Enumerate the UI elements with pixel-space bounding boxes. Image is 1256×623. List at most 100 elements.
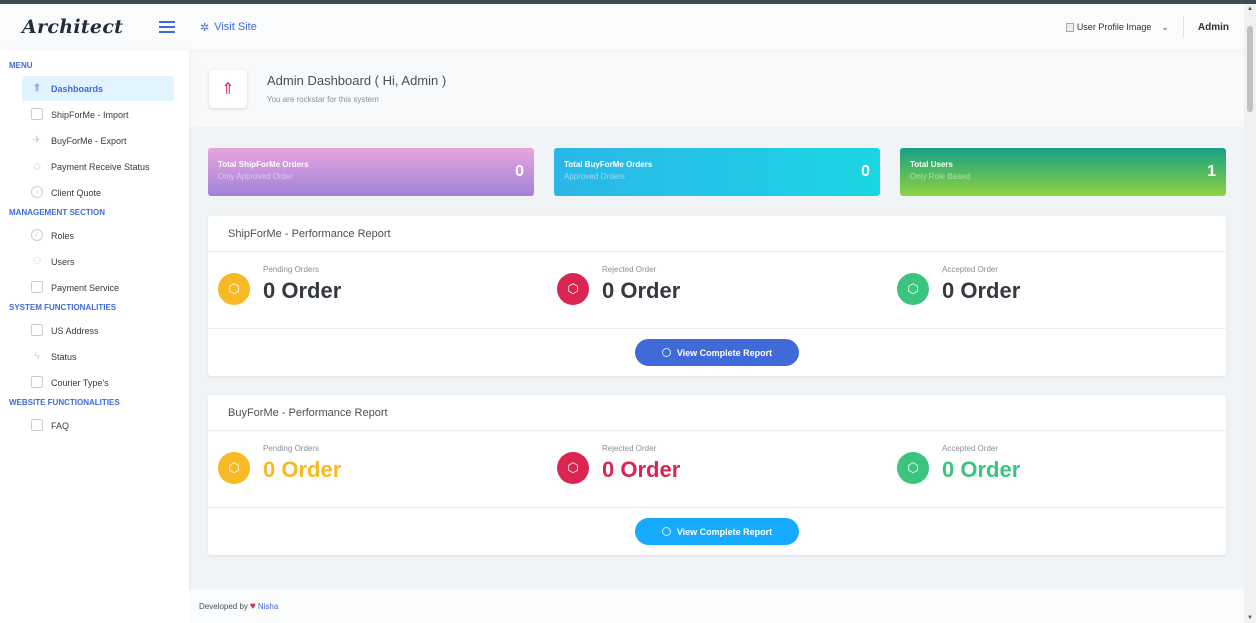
stat-label: Rejected Order bbox=[602, 444, 657, 453]
page-footer: Developed by ♥ Nisha bbox=[189, 589, 1244, 623]
sidebar-item-label: Status bbox=[51, 351, 77, 362]
section-heading-management: MANAGEMENT SECTION bbox=[9, 208, 105, 217]
heart-icon: ♥ bbox=[249, 600, 256, 612]
button-label: View Complete Report bbox=[676, 526, 773, 537]
sidebar-item-shipforme-import[interactable]: ShipForMe - Import bbox=[22, 102, 174, 127]
address-icon bbox=[31, 324, 43, 336]
stat-label: Rejected Order bbox=[602, 265, 657, 274]
widget-title: Total Users bbox=[910, 160, 953, 169]
card-footer: View Complete Report bbox=[208, 507, 1226, 555]
sidebar: MENU ⇑ Dashboards ShipForMe - Import ✈ B… bbox=[0, 50, 189, 623]
visit-site-label: Visit Site bbox=[214, 21, 257, 33]
arrow-circle-icon: › bbox=[31, 186, 43, 198]
widget-total-buyforme-orders: Total BuyForMe Orders Approved Orders 0 bbox=[554, 148, 880, 196]
sidebar-item-label: Payment Service bbox=[51, 282, 120, 293]
stat-rejected: ⬡ Rejected Order 0 Order bbox=[557, 265, 680, 305]
page-heading: Admin Dashboard ( Hi, Admin ) You are ro… bbox=[267, 73, 446, 104]
diamond-icon: ◇ bbox=[33, 160, 41, 172]
widget-value: 0 bbox=[861, 163, 870, 180]
profile-image-alt: User Profile Image bbox=[1076, 22, 1152, 32]
sidebar-item-label: US Address bbox=[51, 325, 99, 336]
stat-value: 0 Order bbox=[942, 278, 1021, 303]
sidebar-item-buyforme-export[interactable]: ✈ BuyForMe - Export bbox=[22, 128, 174, 153]
widget-value: 1 bbox=[1207, 163, 1216, 180]
sidebar-item-payment-service[interactable]: Payment Service bbox=[22, 275, 174, 300]
card-footer: View Complete Report bbox=[208, 328, 1226, 376]
user-name[interactable]: Admin bbox=[1198, 22, 1229, 33]
stat-value: 0 Order bbox=[942, 457, 1021, 482]
widget-total-shipforme-orders: Total ShipForMe Orders Only Approved Ord… bbox=[208, 148, 534, 196]
page-title-bar: ⇑ Admin Dashboard ( Hi, Admin ) You are … bbox=[189, 50, 1244, 127]
scroll-down-icon[interactable]: ▼ bbox=[1247, 615, 1253, 621]
stat-pending: ⬡ Pending Orders 0 Order bbox=[218, 265, 341, 305]
stat-pending: ⬡ Pending Orders 0 Order bbox=[218, 444, 341, 484]
app-header: Architect ✲ Visit Site User Profile Imag… bbox=[0, 4, 1244, 50]
sidebar-item-users[interactable]: ⚇ Users bbox=[22, 249, 174, 274]
box-icon: ⬡ bbox=[557, 452, 589, 484]
circle-icon bbox=[661, 527, 671, 536]
sidebar-item-label: ShipForMe - Import bbox=[51, 109, 129, 120]
widget-total-users: Total Users Only Role Based 1 bbox=[900, 148, 1226, 196]
sidebar-item-faq[interactable]: FAQ bbox=[22, 413, 174, 438]
chevron-down-icon: ⌄ bbox=[1161, 21, 1169, 32]
main-content: ⇑ Admin Dashboard ( Hi, Admin ) You are … bbox=[189, 50, 1244, 623]
widget-subtitle: Approved Orders bbox=[564, 172, 625, 181]
shipforme-report-card: ShipForMe - Performance Report ⬡ Pending… bbox=[208, 216, 1226, 376]
visit-site-link[interactable]: ✲ Visit Site bbox=[200, 21, 257, 34]
page-title: Admin Dashboard ( Hi, Admin ) bbox=[267, 73, 447, 88]
view-complete-report-button[interactable]: View Complete Report bbox=[635, 518, 799, 545]
header-divider bbox=[1182, 16, 1184, 38]
sidebar-item-status[interactable]: ϟ Status bbox=[22, 344, 174, 369]
stat-label: Pending Orders bbox=[263, 265, 320, 274]
sidebar-item-us-address[interactable]: US Address bbox=[22, 318, 174, 343]
section-heading-menu: MENU bbox=[9, 61, 33, 70]
logo-area: Architect bbox=[0, 4, 189, 50]
stat-value: 0 Order bbox=[602, 457, 681, 482]
box-icon: ⬡ bbox=[897, 452, 929, 484]
sidebar-item-label: Courier Type's bbox=[51, 377, 109, 388]
hamburger-menu-icon[interactable] bbox=[159, 21, 175, 33]
sidebar-item-label: Client Quote bbox=[51, 187, 102, 198]
scrollbar-thumb[interactable] bbox=[1247, 26, 1253, 112]
sidebar-item-courier-types[interactable]: Courier Type's bbox=[22, 370, 174, 395]
box-icon: ⬡ bbox=[897, 273, 929, 305]
broken-image-icon bbox=[1065, 22, 1074, 32]
sidebar-item-roles[interactable]: ✓ Roles bbox=[22, 223, 174, 248]
view-complete-report-button[interactable]: View Complete Report bbox=[635, 339, 799, 366]
box-icon: ⬡ bbox=[218, 273, 250, 305]
check-circle-icon: ✓ bbox=[31, 229, 43, 241]
sidebar-item-dashboards[interactable]: ⇑ Dashboards bbox=[22, 76, 174, 101]
user-profile-dropdown[interactable]: User Profile Image ⌄ bbox=[1065, 21, 1169, 33]
browser-icon bbox=[31, 376, 43, 388]
sidebar-item-label: Users bbox=[51, 256, 75, 267]
card-title: BuyForMe - Performance Report bbox=[208, 395, 1226, 431]
widget-subtitle: Only Approved Order bbox=[218, 172, 294, 181]
box-icon bbox=[31, 108, 43, 120]
page-subtitle: You are rockstar for this system bbox=[267, 95, 379, 104]
widget-value: 0 bbox=[515, 163, 524, 180]
developer-link[interactable]: Nisha bbox=[258, 602, 278, 611]
stat-label: Pending Orders bbox=[263, 444, 320, 453]
scroll-up-icon[interactable]: ▲ bbox=[1247, 6, 1253, 12]
stat-accepted: ⬡ Accepted Order 0 Order bbox=[897, 444, 1020, 484]
stat-accepted: ⬡ Accepted Order 0 Order bbox=[897, 265, 1020, 305]
widget-title: Total ShipForMe Orders bbox=[218, 160, 309, 169]
stat-value: 0 Order bbox=[263, 457, 342, 482]
stat-value: 0 Order bbox=[263, 278, 342, 303]
rocket-icon: ⇑ bbox=[209, 69, 247, 108]
buyforme-report-card: BuyForMe - Performance Report ⬡ Pending … bbox=[208, 395, 1226, 555]
page-scrollbar[interactable]: ▲ ▼ bbox=[1244, 4, 1256, 623]
sidebar-item-client-quote[interactable]: › Client Quote bbox=[22, 180, 174, 205]
card-title: ShipForMe - Performance Report bbox=[208, 216, 1226, 252]
plane-icon: ✈ bbox=[32, 134, 42, 146]
button-label: View Complete Report bbox=[676, 347, 773, 358]
circle-icon bbox=[661, 348, 671, 357]
sidebar-item-payment-receive-status[interactable]: ◇ Payment Receive Status bbox=[22, 154, 174, 179]
app-logo[interactable]: Architect bbox=[22, 16, 123, 38]
gear-icon: ✲ bbox=[200, 21, 210, 34]
stat-rejected: ⬡ Rejected Order 0 Order bbox=[557, 444, 680, 484]
chat-icon bbox=[31, 419, 43, 431]
users-icon: ⚇ bbox=[32, 255, 42, 267]
widget-subtitle: Only Role Based bbox=[910, 172, 971, 181]
section-heading-system: SYSTEM FUNCTIONALITIES bbox=[9, 303, 117, 312]
